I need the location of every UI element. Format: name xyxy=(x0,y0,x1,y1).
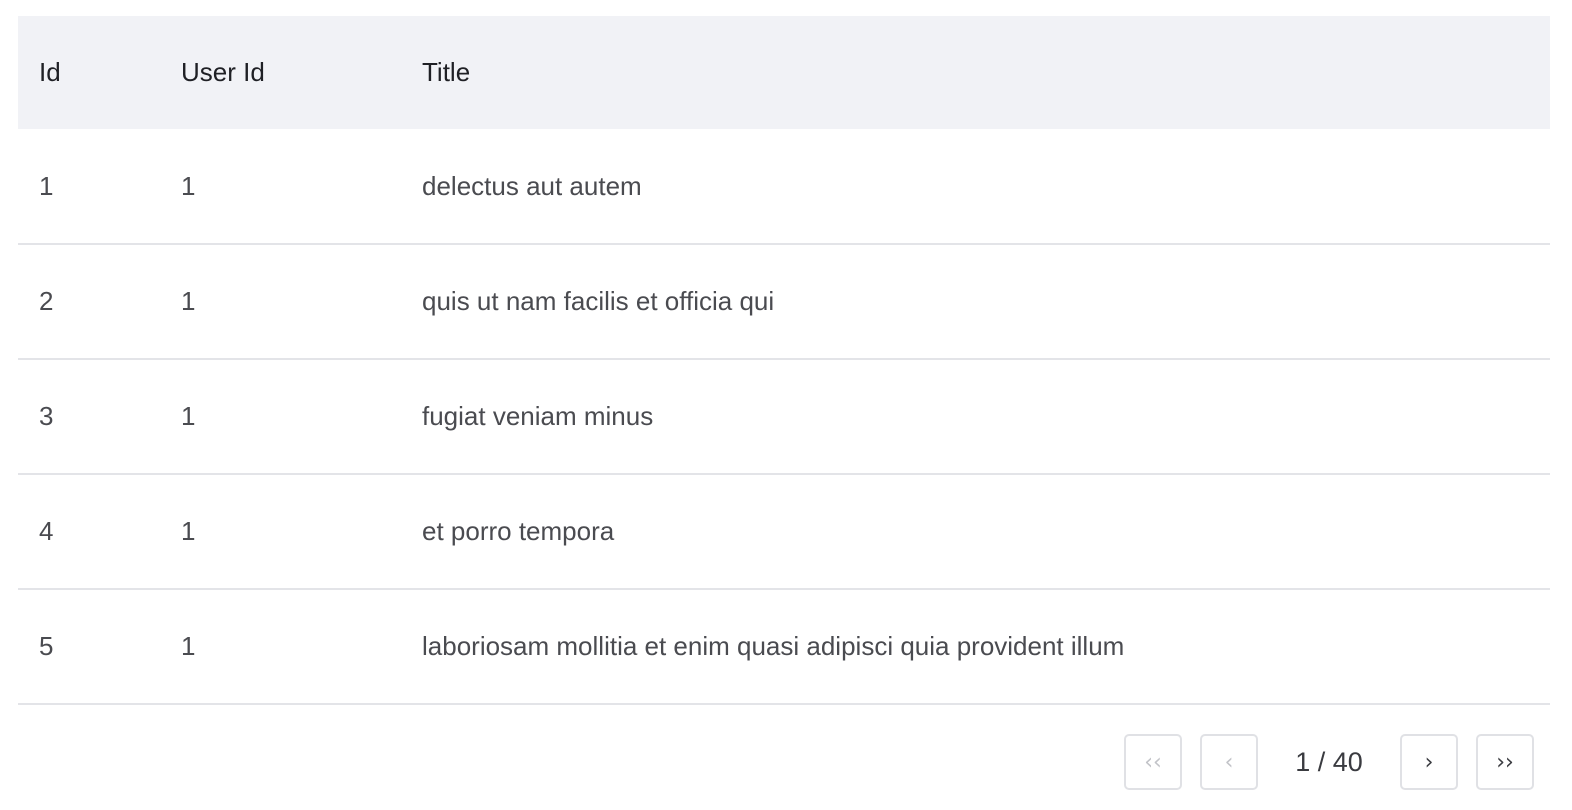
column-header-user-id[interactable]: User Id xyxy=(160,16,401,129)
chevron-right-icon: › xyxy=(1424,749,1434,775)
cell-user-id: 1 xyxy=(181,631,196,661)
cell-id: 5 xyxy=(39,631,54,661)
page-indicator: 1 / 40 xyxy=(1295,746,1363,777)
column-header-title[interactable]: Title xyxy=(401,16,1550,129)
table-row[interactable]: 4 1 et porro tempora xyxy=(18,474,1550,589)
cell-user-id: 1 xyxy=(181,516,196,546)
cell-user-id: 1 xyxy=(181,170,196,201)
table-row[interactable]: 5 1 laboriosam mollitia et enim quasi ad… xyxy=(18,589,1550,704)
double-chevron-left-icon: ‹‹ xyxy=(1144,749,1162,775)
cell-title: laboriosam mollitia et enim quasi adipis… xyxy=(422,631,1125,661)
cell-id: 2 xyxy=(39,286,54,316)
data-table: Id User Id Title 1 1 delectus aut autem … xyxy=(18,16,1550,705)
previous-page-button[interactable]: ‹ xyxy=(1200,734,1258,790)
table-body: 1 1 delectus aut autem 2 1 quis ut nam f… xyxy=(18,129,1550,704)
first-page-button[interactable]: ‹‹ xyxy=(1124,734,1182,790)
table-row[interactable]: 2 1 quis ut nam facilis et officia qui xyxy=(18,244,1550,359)
table-header-row: Id User Id Title xyxy=(18,16,1550,129)
cell-title: et porro tempora xyxy=(422,516,615,546)
table-header: Id User Id Title xyxy=(18,16,1550,129)
chevron-left-icon: ‹ xyxy=(1224,749,1234,775)
data-table-container: Id User Id Title 1 1 delectus aut autem … xyxy=(18,16,1550,705)
table-row[interactable]: 3 1 fugiat veniam minus xyxy=(18,359,1550,474)
table-row[interactable]: 1 1 delectus aut autem xyxy=(18,129,1550,244)
double-chevron-right-icon: ›› xyxy=(1496,749,1514,775)
next-page-button[interactable]: › xyxy=(1400,734,1458,790)
cell-title: quis ut nam facilis et officia qui xyxy=(422,286,775,316)
pagination: ‹‹ ‹ 1 / 40 › ›› xyxy=(1124,733,1534,791)
cell-user-id: 1 xyxy=(181,286,196,316)
last-page-button[interactable]: ›› xyxy=(1476,734,1534,790)
cell-id: 3 xyxy=(39,401,54,431)
cell-user-id: 1 xyxy=(181,401,196,431)
cell-id: 1 xyxy=(39,170,54,201)
cell-title: delectus aut autem xyxy=(422,170,642,201)
cell-id: 4 xyxy=(39,516,54,546)
cell-title: fugiat veniam minus xyxy=(422,401,654,431)
column-header-id[interactable]: Id xyxy=(18,16,160,129)
